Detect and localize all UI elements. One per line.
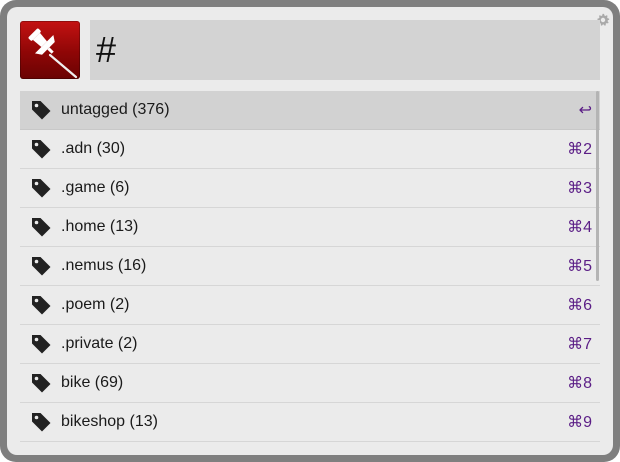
tag-icon bbox=[30, 333, 52, 355]
tag-icon bbox=[30, 177, 52, 199]
tag-icon bbox=[30, 216, 52, 238]
result-shortcut: ⌘4 bbox=[567, 219, 592, 236]
result-label: .private (2) bbox=[61, 335, 138, 352]
tag-icon bbox=[30, 372, 52, 394]
result-row[interactable]: untagged (376) ↩ bbox=[20, 91, 600, 130]
result-row[interactable]: .game (6) ⌘3 bbox=[20, 169, 600, 208]
launcher-panel: untagged (376) ↩ .adn (30) ⌘2 .game (6) … bbox=[7, 7, 613, 455]
result-label: .home (13) bbox=[61, 218, 139, 235]
result-label: .game (6) bbox=[61, 179, 130, 196]
result-shortcut: ↩ bbox=[578, 102, 592, 119]
result-label: .poem (2) bbox=[61, 296, 130, 313]
tag-icon bbox=[30, 411, 52, 433]
result-shortcut: ⌘9 bbox=[567, 414, 592, 431]
launcher-window: untagged (376) ↩ .adn (30) ⌘2 .game (6) … bbox=[0, 0, 620, 462]
scrollbar[interactable] bbox=[596, 91, 599, 281]
result-row[interactable]: bikeshop (13) ⌘9 bbox=[20, 403, 600, 442]
result-row[interactable]: .private (2) ⌘7 bbox=[20, 325, 600, 364]
results-list: untagged (376) ↩ .adn (30) ⌘2 .game (6) … bbox=[20, 91, 600, 442]
tag-icon bbox=[30, 255, 52, 277]
result-shortcut: ⌘8 bbox=[567, 375, 592, 392]
result-shortcut: ⌘3 bbox=[567, 180, 592, 197]
search-input[interactable] bbox=[90, 20, 600, 80]
result-row[interactable]: bike (69) ⌘8 bbox=[20, 364, 600, 403]
result-row[interactable]: .home (13) ⌘4 bbox=[20, 208, 600, 247]
result-label: .adn (30) bbox=[61, 140, 126, 157]
result-row[interactable]: .adn (30) ⌘2 bbox=[20, 130, 600, 169]
result-label: untagged (376) bbox=[61, 101, 170, 118]
result-label: bike (69) bbox=[61, 374, 124, 391]
tag-icon bbox=[30, 99, 52, 121]
result-row[interactable]: .poem (2) ⌘6 bbox=[20, 286, 600, 325]
result-label: .nemus (16) bbox=[61, 257, 147, 274]
tag-icon bbox=[30, 294, 52, 316]
result-shortcut: ⌘5 bbox=[567, 258, 592, 275]
pushpin-icon bbox=[20, 21, 80, 79]
result-row[interactable]: .nemus (16) ⌘5 bbox=[20, 247, 600, 286]
result-label: bikeshop (13) bbox=[61, 413, 158, 430]
tag-icon bbox=[30, 138, 52, 160]
result-shortcut: ⌘7 bbox=[567, 336, 592, 353]
result-shortcut: ⌘6 bbox=[567, 297, 592, 314]
result-shortcut: ⌘2 bbox=[567, 141, 592, 158]
